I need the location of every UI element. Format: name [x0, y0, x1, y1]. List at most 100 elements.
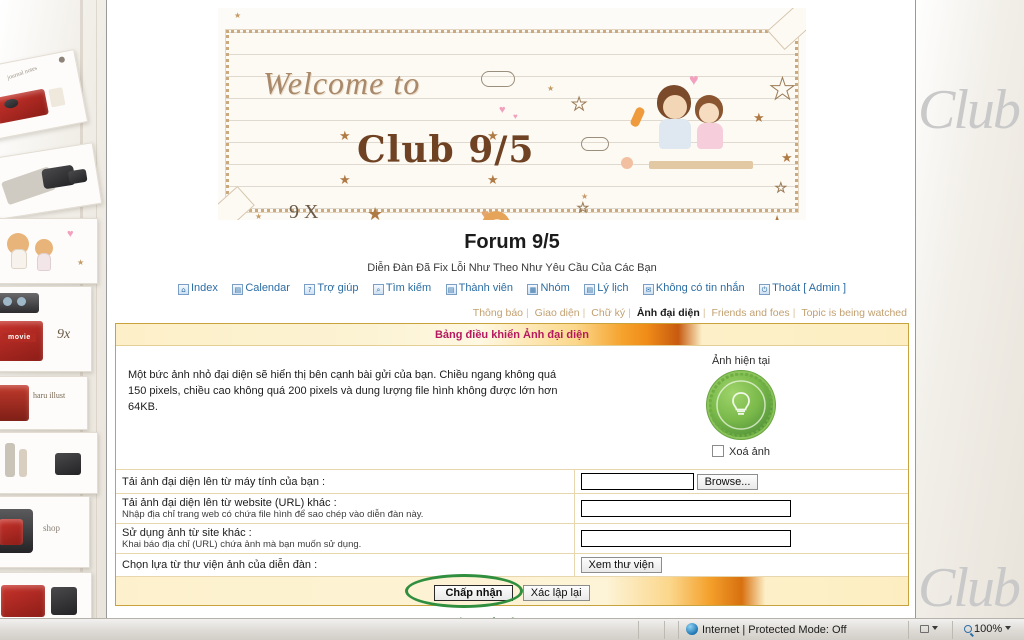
delete-avatar-checkbox[interactable]: [712, 445, 724, 457]
table-row: Sử dụng ảnh từ site khác : Khai báo địa …: [116, 523, 908, 554]
banner-bench: [649, 161, 753, 169]
reset-button[interactable]: Xác lập lại: [522, 585, 590, 601]
security-zone-label: Internet | Protected Mode: Off: [702, 624, 847, 636]
nav-item-messages[interactable]: ✉ Không có tin nhắn: [642, 282, 745, 296]
tab-separator: |: [628, 307, 631, 319]
search-icon: ⌕: [372, 284, 384, 296]
table-row: Tải ảnh đại diện lên từ website (URL) kh…: [116, 493, 908, 524]
nav-item-groups[interactable]: ▦ Nhóm: [527, 282, 570, 296]
banner-flower-icon: [621, 157, 633, 169]
privacy-report-button[interactable]: [920, 623, 938, 635]
banner-frame: Welcome to Club 9/5 9 X Zone Sa^n Cho'i …: [225, 29, 799, 220]
collage-photo-haru: haru illust: [0, 376, 88, 430]
table-row: Tải ảnh đại diện lên từ máy tính của bạn…: [116, 469, 908, 494]
message-icon: ✉: [642, 284, 654, 296]
admin-link-row: Bảng điều khiển của Người Quản Trị: [107, 606, 915, 618]
row-label-cell: Chọn lựa từ thư viện ảnh của diễn đàn :: [116, 553, 574, 576]
nav-item-index[interactable]: ⌂ Index: [177, 282, 218, 296]
panel-header: Bảng điều khiển Ảnh đại diện: [116, 324, 908, 346]
nav-item-search[interactable]: ⌕ Tìm kiếm: [372, 282, 432, 296]
row-label-cell: Tải ảnh đại diện lên từ máy tính của bạn…: [116, 469, 574, 494]
zoom-control[interactable]: 100%: [964, 623, 1012, 635]
collage-photo-chibi: ♥ ★: [0, 218, 98, 284]
tab-separator: |: [792, 307, 796, 319]
submit-button[interactable]: Chấp nhận: [434, 585, 514, 601]
nav-item-logout[interactable]: ⏻ Thoát [ Admin ]: [759, 282, 847, 296]
groups-icon: ▦: [527, 284, 539, 296]
nav-item-members[interactable]: ▤ Thành viên: [445, 282, 514, 296]
members-icon: ▤: [445, 284, 457, 296]
profile-tabs[interactable]: Thông báo | Giao diện | Chữ ký | Ảnh đại di…: [107, 307, 915, 323]
chevron-down-icon[interactable]: [932, 626, 938, 630]
row-title: Tải ảnh đại diện lên từ website (URL) kh…: [122, 497, 337, 509]
calendar-icon: ▤: [232, 284, 244, 296]
nav-label: Lý lịch: [597, 282, 629, 295]
view-gallery-button[interactable]: Xem thư viện: [580, 557, 662, 573]
nav-label: Tìm kiếm: [385, 282, 432, 295]
wallpaper-watermark-top: Club: [918, 79, 1021, 141]
browse-button[interactable]: Browse...: [696, 473, 759, 490]
profile-icon: ▤: [584, 284, 596, 296]
avatar-control-panel: Bảng điều khiển Ảnh đại diện Một bức ảnh…: [115, 323, 909, 608]
home-icon: ⌂: [177, 284, 189, 296]
collage-note-text: journal notes: [6, 65, 39, 82]
row-label-cell: Tải ảnh đại diện lên từ website (URL) kh…: [116, 493, 574, 524]
collage-photo-camera: journal notes: [0, 49, 89, 141]
delete-avatar-row[interactable]: Xoá ảnh: [575, 437, 907, 466]
nav-item-profile[interactable]: ▤ Lý lịch: [584, 282, 629, 296]
tab-avatar[interactable]: Ảnh đại diện: [635, 307, 702, 319]
submit-row: Chấp nhận Xác lập lại: [116, 574, 908, 608]
panel-header-title: Bảng điều khiển Ảnh đại diện: [434, 329, 589, 341]
nav-label: Thoát [ Admin ]: [772, 282, 847, 295]
current-avatar-block: Ảnh hiện tại Xoá ảnh: [575, 347, 907, 468]
nav-item-calendar[interactable]: ▤ Calendar: [232, 282, 290, 296]
collage-photo-shop: shop: [0, 496, 90, 568]
row-field-cell: Xem thư viện: [573, 553, 908, 576]
tab-notifications[interactable]: Thông báo: [471, 307, 525, 319]
avatar-url-input[interactable]: [580, 500, 791, 517]
tab-separator: |: [702, 307, 706, 319]
delete-avatar-label: Xoá ảnh: [729, 446, 770, 458]
nav-label: Nhóm: [540, 282, 570, 295]
nav-item-help[interactable]: ? Trợ giúp: [304, 282, 358, 296]
tab-watched-topics[interactable]: Topic is being watched: [799, 307, 909, 319]
forum-banner-container: Welcome to Club 9/5 9 X Zone Sa^n Cho'i …: [107, 0, 915, 227]
logout-icon: ⏻: [759, 284, 771, 296]
nav-label: Thành viên: [458, 282, 514, 295]
chevron-down-icon[interactable]: [1005, 626, 1012, 630]
nav-label: Index: [190, 282, 218, 295]
lightbulb-badge-icon: [709, 373, 773, 437]
avatar-remote-site-input[interactable]: [580, 530, 791, 547]
avatar-file-input[interactable]: [580, 473, 694, 490]
avatar-info-text: Một bức ảnh nhỏ đại diện sẽ hiển thị bên…: [128, 369, 558, 413]
nav-label: Calendar: [245, 282, 290, 295]
browser-status-bar: Internet | Protected Mode: Off 100%: [0, 618, 1024, 640]
avatar-caption: Ảnh hiện tại: [711, 355, 771, 367]
row-title: Chọn lựa từ thư viện ảnh của diễn đàn :: [122, 559, 318, 571]
main-navigation[interactable]: ⌂ Index ▤ Calendar ? Trợ giúp ⌕ Tìm kiếm ▤ Th…: [107, 279, 915, 307]
tab-appearance[interactable]: Giao diện: [533, 307, 582, 319]
nav-label: Không có tin nhắn: [655, 282, 745, 295]
row-title: Sử dụng ảnh từ site khác :: [122, 527, 252, 539]
lightbulb-icon: [732, 391, 750, 415]
page-title: Forum 9/5: [464, 231, 560, 253]
row-hint: Khai báo địa chỉ (URL) chứa ảnh mà bạn m…: [122, 539, 362, 550]
avatar-info-table: Một bức ảnh nhỏ đại diện sẽ hiển thị bên…: [116, 346, 908, 469]
banner-cloud-icon: [481, 71, 515, 87]
tab-friends-and-foes[interactable]: Friends and foes: [709, 307, 791, 319]
row-title: Tải ảnh đại diện lên từ máy tính của bạn…: [122, 475, 326, 488]
wallpaper-left: journal notes ♥ ★ movie 9x haru illust s…: [0, 0, 112, 640]
browser-viewport[interactable]: Welcome to Club 9/5 9 X Zone Sa^n Cho'i …: [106, 0, 916, 618]
collage-photo-shelf: movie 9x: [0, 286, 92, 372]
tab-signature[interactable]: Chữ ký: [589, 307, 627, 319]
forum-subtitle: Diễn Đàn Đã Fix Lỗi Như Theo Như Yêu Cầu…: [367, 262, 657, 274]
desktop-background: journal notes ♥ ★ movie 9x haru illust s…: [0, 0, 1024, 640]
row-hint: Nhập địa chỉ trang web có chứa file hình…: [122, 509, 424, 520]
banner-9x-text: 9 X: [289, 201, 319, 220]
tab-separator: |: [526, 307, 529, 319]
help-icon: ?: [304, 284, 316, 296]
row-field-cell: [573, 493, 908, 524]
globe-icon: [686, 623, 698, 635]
collage-photo-dslr: [0, 142, 103, 220]
collage-photo-desk: [0, 432, 98, 494]
